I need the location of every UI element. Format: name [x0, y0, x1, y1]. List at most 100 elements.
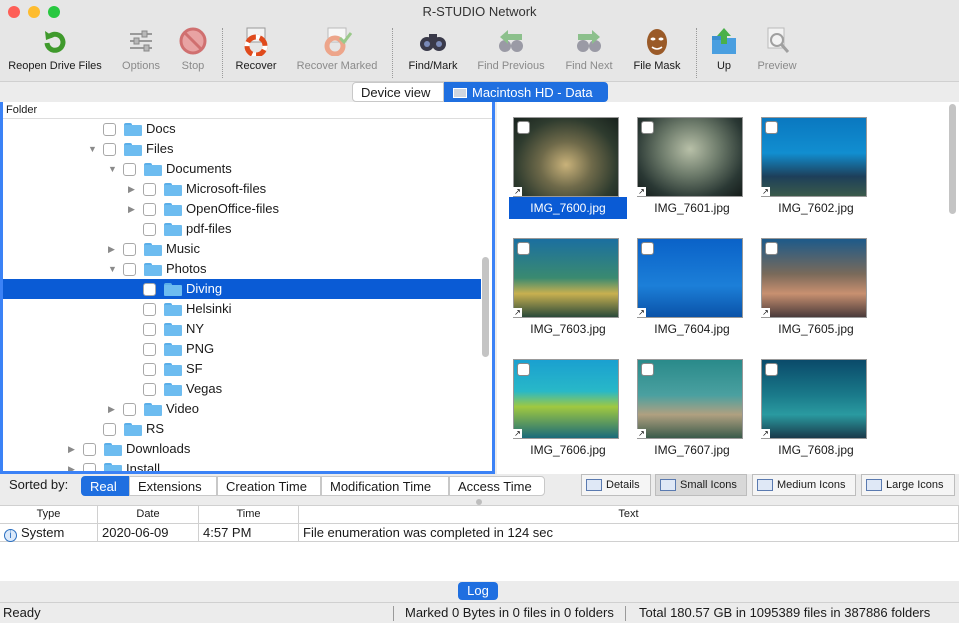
- view-details-button[interactable]: Details: [581, 474, 651, 496]
- folder-checkbox[interactable]: [123, 163, 136, 176]
- folder-checkbox[interactable]: [143, 343, 156, 356]
- folder-tree-item[interactable]: pdf-files: [3, 219, 481, 239]
- expand-arrow-icon[interactable]: ▶: [128, 199, 138, 219]
- folder-checkbox[interactable]: [103, 423, 116, 436]
- tab-device-view[interactable]: Device view: [352, 82, 444, 102]
- file-checkbox[interactable]: [517, 242, 530, 255]
- log-header-text[interactable]: Text: [299, 506, 959, 523]
- file-checkbox[interactable]: [765, 363, 778, 376]
- recover-button[interactable]: Recover: [232, 26, 280, 80]
- preview-button[interactable]: Preview: [754, 26, 800, 80]
- file-checkbox[interactable]: [765, 121, 778, 134]
- folder-tree-item[interactable]: ▶ OpenOffice-files: [3, 199, 481, 219]
- folder-checkbox[interactable]: [143, 203, 156, 216]
- file-thumbnail[interactable]: ↗ IMG_7604.jpg: [633, 234, 743, 346]
- expand-arrow-icon[interactable]: ▶: [108, 399, 118, 419]
- folder-tree-item[interactable]: Vegas: [3, 379, 481, 399]
- log-header-type[interactable]: Type: [0, 506, 98, 523]
- folder-checkbox[interactable]: [143, 363, 156, 376]
- view-large-icons-button[interactable]: Large Icons: [861, 474, 955, 496]
- file-checkbox[interactable]: [517, 363, 530, 376]
- folder-checkbox[interactable]: [143, 223, 156, 236]
- folder-label: Files: [146, 141, 174, 156]
- tab-macintosh-hd-data[interactable]: Macintosh HD - Data: [444, 82, 608, 102]
- collapse-arrow-icon[interactable]: ▼: [108, 159, 118, 179]
- tree-scrollbar[interactable]: [482, 257, 489, 357]
- folder-checkbox[interactable]: [143, 283, 156, 296]
- folder-checkbox[interactable]: [143, 183, 156, 196]
- expand-arrow-icon[interactable]: ▶: [108, 239, 118, 259]
- file-thumbnail[interactable]: ↗ IMG_7607.jpg: [633, 355, 743, 467]
- expand-arrow-icon[interactable]: ▶: [128, 179, 138, 199]
- folder-tree-item[interactable]: ▼ Photos: [3, 259, 481, 279]
- file-checkbox[interactable]: [641, 363, 654, 376]
- folder-tree-item[interactable]: ▶ Install: [3, 459, 481, 471]
- file-checkbox[interactable]: [765, 242, 778, 255]
- folder-tree-item[interactable]: ▼ Files: [3, 139, 481, 159]
- log-header-date[interactable]: Date: [98, 506, 199, 523]
- folder-column-header[interactable]: Folder: [3, 102, 492, 119]
- file-thumbnail[interactable]: ↗ IMG_7605.jpg: [757, 234, 867, 346]
- view-small-icons-button[interactable]: Small Icons: [655, 474, 747, 496]
- status-total: Total 180.57 GB in 1095389 files in 3878…: [639, 605, 931, 620]
- file-checkbox[interactable]: [641, 242, 654, 255]
- stop-button[interactable]: Stop: [174, 26, 212, 80]
- folder-checkbox[interactable]: [103, 123, 116, 136]
- log-tab[interactable]: Log: [458, 582, 498, 600]
- options-button[interactable]: Options: [116, 26, 166, 80]
- expand-arrow-icon[interactable]: ▶: [68, 439, 78, 459]
- folder-tree-item[interactable]: SF: [3, 359, 481, 379]
- recover-marked-button[interactable]: Recover Marked: [294, 26, 380, 80]
- sort-extensions[interactable]: Extensions: [129, 476, 217, 496]
- sort-creation-time[interactable]: Creation Time: [217, 476, 321, 496]
- folder-checkbox[interactable]: [123, 243, 136, 256]
- collapse-arrow-icon[interactable]: ▼: [108, 259, 118, 279]
- reopen-drive-files-button[interactable]: Reopen Drive Files: [6, 26, 104, 80]
- file-thumbnail[interactable]: ↗ IMG_7602.jpg: [757, 113, 867, 225]
- folder-tree-item[interactable]: NY: [3, 319, 481, 339]
- collapse-arrow-icon[interactable]: ▼: [88, 139, 98, 159]
- thumbnails-scrollbar[interactable]: [949, 104, 956, 214]
- folder-checkbox[interactable]: [143, 323, 156, 336]
- minimize-window-button[interactable]: [28, 6, 40, 18]
- folder-tree-item[interactable]: ▼ Documents: [3, 159, 481, 179]
- folder-tree-item[interactable]: ▶ Downloads: [3, 439, 481, 459]
- file-thumbnail[interactable]: ↗ IMG_7608.jpg: [757, 355, 867, 467]
- folder-tree-item[interactable]: RS: [3, 419, 481, 439]
- folder-checkbox[interactable]: [143, 303, 156, 316]
- close-window-button[interactable]: [8, 6, 20, 18]
- folder-checkbox[interactable]: [103, 143, 116, 156]
- file-checkbox[interactable]: [641, 121, 654, 134]
- log-row[interactable]: i System 2020-06-09 4:57 PM File enumerat…: [0, 523, 959, 542]
- file-checkbox[interactable]: [517, 121, 530, 134]
- folder-tree-item[interactable]: Helsinki: [3, 299, 481, 319]
- file-thumbnail[interactable]: ↗ IMG_7601.jpg: [633, 113, 743, 225]
- folder-checkbox[interactable]: [123, 403, 136, 416]
- find-previous-button[interactable]: Find Previous: [474, 26, 548, 80]
- folder-tree-item[interactable]: Diving: [3, 279, 481, 299]
- file-thumbnail[interactable]: ↗ IMG_7606.jpg: [509, 355, 619, 467]
- folder-tree-item[interactable]: ▶ Video: [3, 399, 481, 419]
- folder-checkbox[interactable]: [143, 383, 156, 396]
- find-mark-button[interactable]: Find/Mark: [404, 26, 462, 80]
- sort-modification-time[interactable]: Modification Time: [321, 476, 449, 496]
- find-next-button[interactable]: Find Next: [562, 26, 616, 80]
- folder-tree-item[interactable]: PNG: [3, 339, 481, 359]
- folder-tree-item[interactable]: ▶ Music: [3, 239, 481, 259]
- view-medium-icons-button[interactable]: Medium Icons: [752, 474, 856, 496]
- file-thumbnail[interactable]: ↗ IMG_7600.jpg: [509, 113, 627, 225]
- file-thumbnail[interactable]: ↗ IMG_7603.jpg: [509, 234, 619, 346]
- file-mask-button[interactable]: File Mask: [630, 26, 684, 80]
- zoom-window-button[interactable]: [48, 6, 60, 18]
- log-header-time[interactable]: Time: [199, 506, 299, 523]
- folder-tree-item[interactable]: Docs: [3, 119, 481, 139]
- folder-checkbox[interactable]: [123, 263, 136, 276]
- sort-real[interactable]: Real: [81, 476, 129, 496]
- folder-tree-item[interactable]: ▶ Microsoft-files: [3, 179, 481, 199]
- folder-checkbox[interactable]: [83, 463, 96, 471]
- sort-access-time[interactable]: Access Time: [449, 476, 545, 496]
- expand-arrow-icon[interactable]: ▶: [68, 459, 78, 471]
- folder-checkbox[interactable]: [83, 443, 96, 456]
- up-button[interactable]: Up: [706, 26, 742, 80]
- folder-label: Music: [166, 241, 200, 256]
